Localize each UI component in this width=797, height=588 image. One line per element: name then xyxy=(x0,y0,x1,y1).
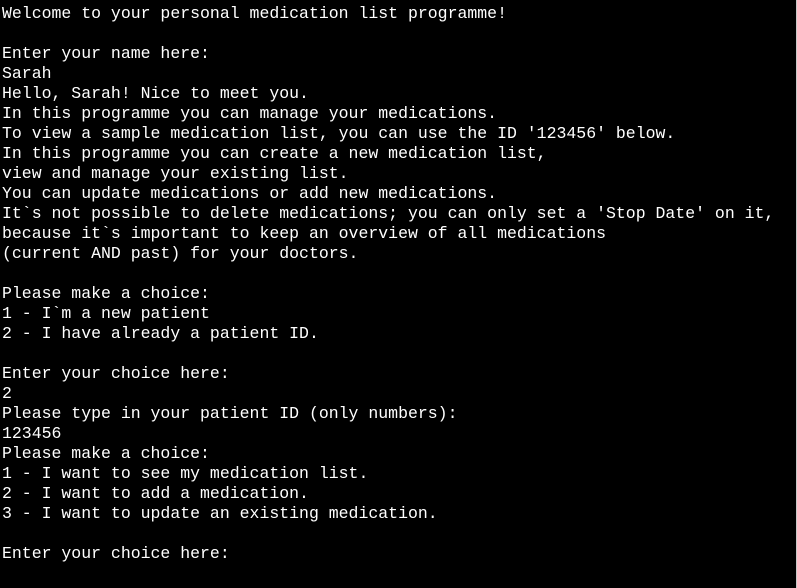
intro-line: In this programme you can create a new m… xyxy=(2,144,547,163)
patient-id-prompt-line: Please type in your patient ID (only num… xyxy=(2,404,458,423)
name-prompt-line: Enter your name here: xyxy=(2,44,210,63)
choice-prompt-line: Enter your choice here: xyxy=(2,544,230,563)
choice-header-line: Please make a choice: xyxy=(2,444,210,463)
menu-option-line: 3 - I want to update an existing medicat… xyxy=(2,504,438,523)
intro-line: In this programme you can manage your me… xyxy=(2,104,498,123)
intro-line: You can update medications or add new me… xyxy=(2,184,498,203)
choice-input-echo: 2 xyxy=(2,384,12,403)
choice-header-line: Please make a choice: xyxy=(2,284,210,303)
choice-prompt-line: Enter your choice here: xyxy=(2,364,230,383)
menu-option-line: 2 - I want to add a medication. xyxy=(2,484,309,503)
input-line[interactable] xyxy=(2,564,796,584)
intro-line: (current AND past) for your doctors. xyxy=(2,244,359,263)
intro-line: It`s not possible to delete medications;… xyxy=(2,204,775,223)
greeting-line: Hello, Sarah! Nice to meet you. xyxy=(2,84,309,103)
name-input-echo: Sarah xyxy=(2,64,52,83)
menu-option-line: 2 - I have already a patient ID. xyxy=(2,324,319,343)
intro-line: view and manage your existing list. xyxy=(2,164,349,183)
patient-id-input-echo: 123456 xyxy=(2,424,62,443)
terminal-window[interactable]: Welcome to your personal medication list… xyxy=(0,0,797,588)
intro-line: To view a sample medication list, you ca… xyxy=(2,124,676,143)
welcome-line: Welcome to your personal medication list… xyxy=(2,4,507,23)
intro-line: because it`s important to keep an overvi… xyxy=(2,224,606,243)
menu-option-line: 1 - I`m a new patient xyxy=(2,304,210,323)
menu-option-line: 1 - I want to see my medication list. xyxy=(2,464,369,483)
